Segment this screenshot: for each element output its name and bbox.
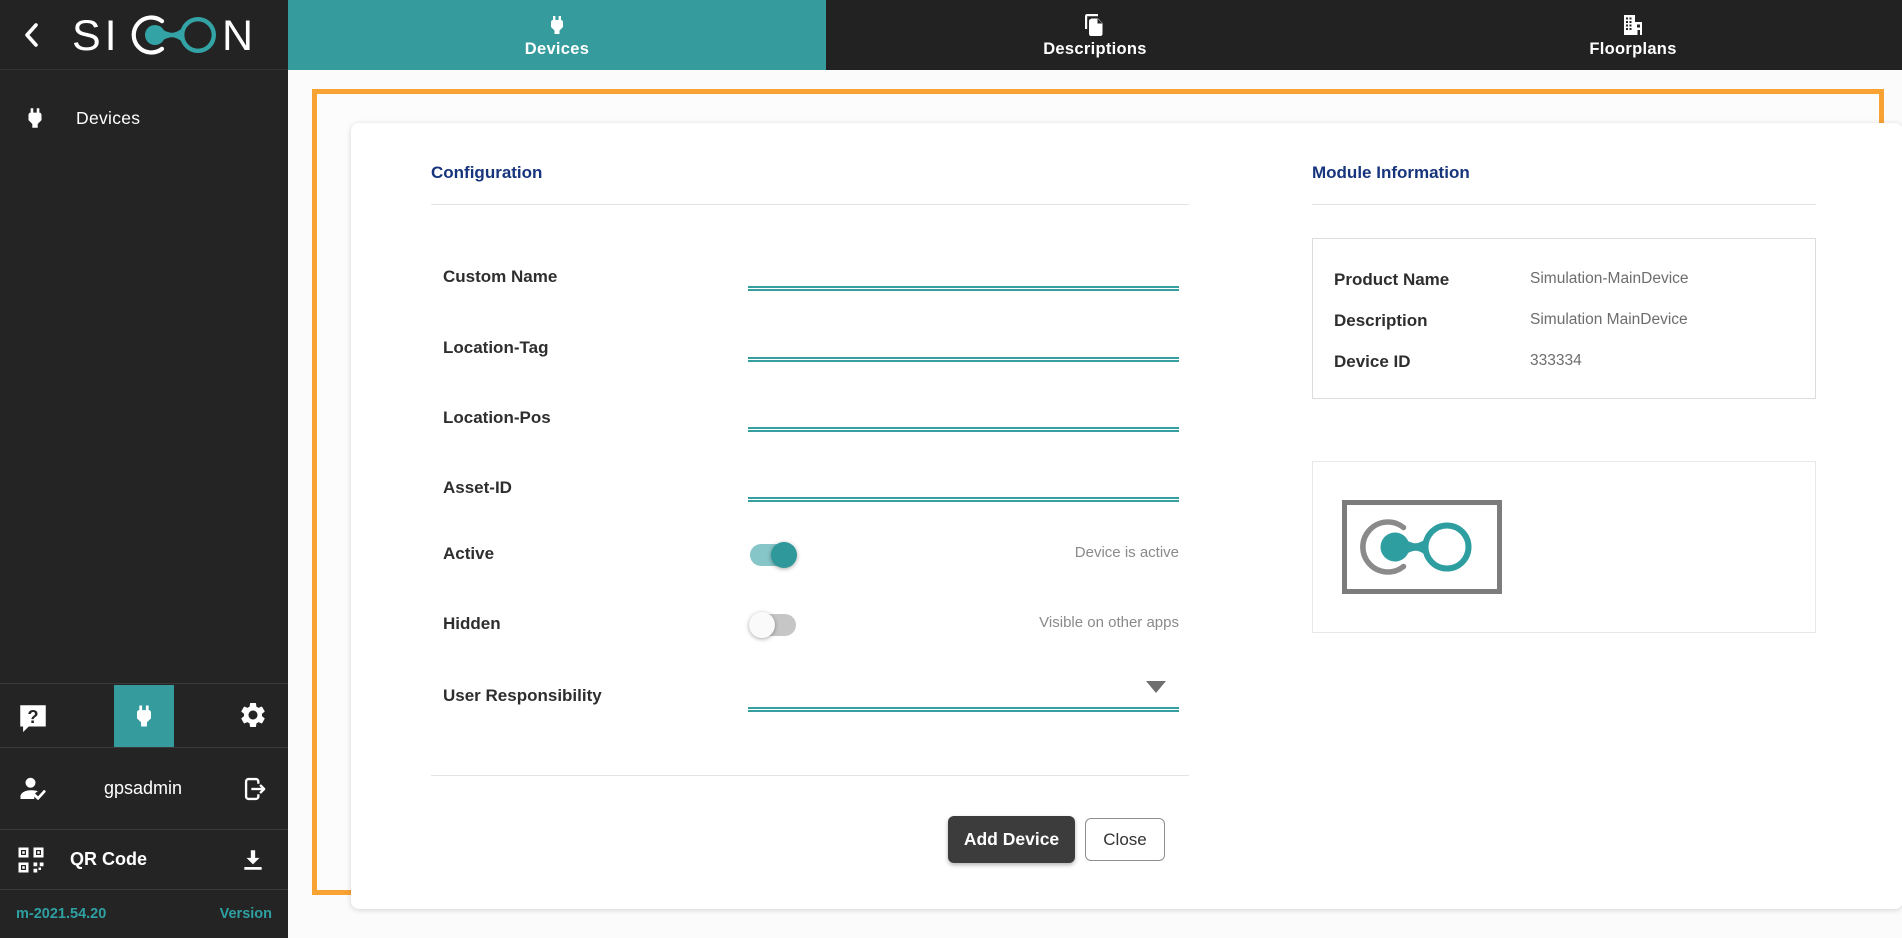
main-content: Configuration Custom Name Location-Tag L… [288, 70, 1902, 938]
module-info-box: Product Name Simulation-MainDevice Descr… [1312, 238, 1816, 399]
logo-link [162, 28, 182, 41]
user-responsibility-select[interactable] [748, 707, 1179, 712]
description-label: Description [1334, 311, 1428, 331]
tab-descriptions[interactable]: Descriptions [826, 0, 1364, 70]
copy-icon [1083, 13, 1107, 37]
download-button[interactable] [240, 847, 266, 873]
module-logo-box [1312, 461, 1816, 633]
location-pos-input[interactable] [748, 427, 1179, 432]
divider [431, 204, 1189, 205]
sidebar-item-devices[interactable]: Devices [0, 94, 288, 142]
custom-name-label: Custom Name [443, 267, 557, 287]
hidden-hint: Visible on other apps [748, 614, 1179, 631]
product-name-label: Product Name [1334, 270, 1449, 290]
building-icon [1621, 13, 1645, 37]
version-label: Version [220, 906, 272, 922]
logo-o-ring [182, 19, 214, 51]
top-tab-bar: Devices Descriptions [288, 0, 1902, 70]
logout-button[interactable] [242, 775, 270, 803]
product-name-value: Simulation-MainDevice [1530, 270, 1689, 288]
active-label: Active [443, 544, 494, 564]
hidden-label: Hidden [443, 614, 501, 634]
username: gpsadmin [104, 778, 242, 799]
divider [1312, 204, 1816, 205]
tab-devices[interactable]: Devices [288, 0, 826, 70]
logo-prefix: SI [72, 12, 121, 60]
version-row: m-2021.54.20 Version [0, 890, 288, 938]
settings-button[interactable] [238, 700, 270, 732]
help-button[interactable]: ? [16, 701, 50, 735]
sicon-logo: SI N [70, 9, 256, 61]
tab-label: Floorplans [1589, 40, 1676, 59]
sidebar-footer-icons: ? [0, 683, 288, 748]
highlight-frame: Configuration Custom Name Location-Tag L… [312, 89, 1884, 895]
divider [431, 775, 1189, 776]
add-device-button[interactable]: Add Device [948, 816, 1075, 863]
location-tag-label: Location-Tag [443, 338, 548, 358]
active-hint: Device is active [748, 544, 1179, 561]
custom-name-input[interactable] [748, 286, 1179, 291]
qr-code-icon [16, 845, 46, 875]
qr-code-row[interactable]: QR Code [0, 830, 288, 890]
sidebar-item-label: Devices [76, 108, 140, 129]
asset-id-label: Asset-ID [443, 478, 512, 498]
sicon-app: SI N Devices ? [0, 0, 1902, 938]
chevron-down-icon[interactable] [1146, 681, 1166, 693]
asset-id-input[interactable] [748, 497, 1179, 502]
user-responsibility-label: User Responsibility [443, 686, 602, 706]
device-id-value: 333334 [1530, 352, 1582, 370]
qr-code-label: QR Code [70, 849, 240, 870]
co-logo-glyph [1352, 509, 1492, 585]
user-check-icon [18, 774, 48, 804]
sidebar: SI N Devices ? [0, 0, 288, 938]
download-icon [240, 847, 266, 873]
description-value: Simulation MainDevice [1530, 311, 1688, 329]
user-row: gpsadmin [0, 748, 288, 830]
location-pos-label: Location-Pos [443, 408, 551, 428]
version-value: m-2021.54.20 [16, 906, 106, 922]
plug-icon [22, 105, 48, 131]
device-form-card: Configuration Custom Name Location-Tag L… [351, 123, 1902, 909]
tab-label: Descriptions [1043, 40, 1147, 59]
close-button[interactable]: Close [1085, 818, 1165, 861]
logout-icon [242, 775, 270, 803]
logo-suffix: N [222, 12, 253, 60]
tab-floorplans[interactable]: Floorplans [1364, 0, 1902, 70]
module-information-title: Module Information [1312, 163, 1470, 183]
plug-icon [130, 702, 158, 730]
help-icon: ? [16, 701, 50, 735]
sicon-co-logo [1342, 500, 1502, 594]
location-tag-input[interactable] [748, 357, 1179, 362]
device-id-label: Device ID [1334, 352, 1411, 372]
chevron-left-icon [21, 22, 43, 48]
plug-icon [545, 13, 569, 37]
sidebar-logo-bar: SI N [0, 0, 288, 70]
devices-module-button[interactable] [114, 685, 174, 747]
tab-label: Devices [525, 40, 589, 59]
collapse-sidebar-button[interactable] [16, 19, 48, 51]
svg-text:?: ? [27, 706, 38, 727]
gear-icon [238, 700, 268, 730]
configuration-title: Configuration [431, 163, 542, 183]
